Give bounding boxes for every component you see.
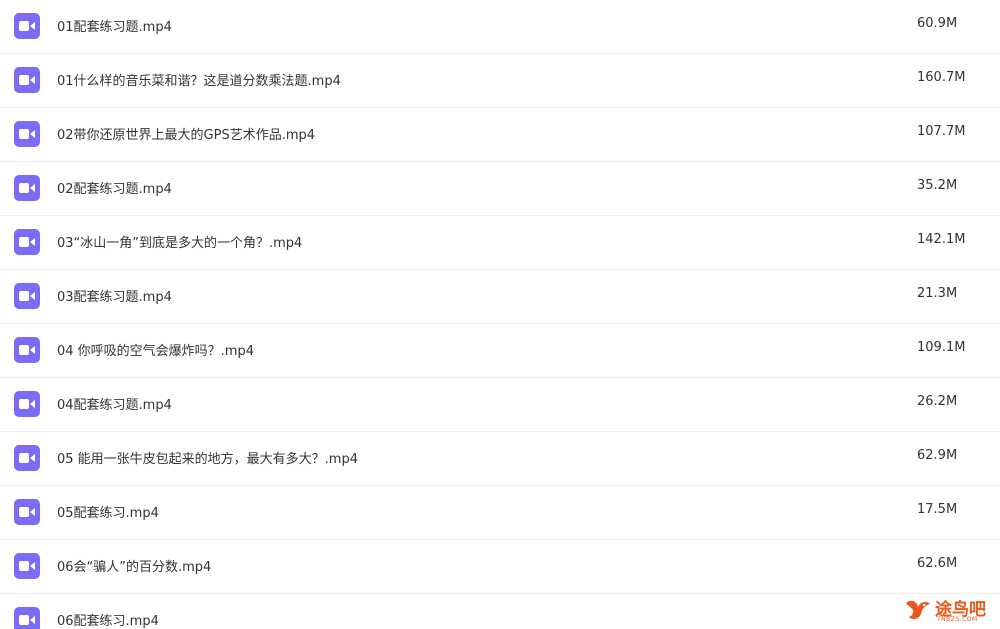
- file-name[interactable]: 01配套练习题.mp4: [57, 16, 172, 35]
- file-name[interactable]: 01什么样的音乐菜和谐？这是道分数乘法题.mp4: [57, 70, 341, 89]
- file-row[interactable]: 05 能用一张牛皮包起来的地方，最大有多大？.mp4 62.9M: [0, 432, 1000, 486]
- file-size: 107.7M: [917, 124, 966, 139]
- file-list: 01配套练习题.mp4 60.9M 01什么样的音乐菜和谐？这是道分数乘法题.m…: [0, 0, 1000, 629]
- video-file-icon: [14, 229, 40, 255]
- video-file-icon: [14, 499, 40, 525]
- file-row[interactable]: 02配套练习题.mp4 35.2M: [0, 162, 1000, 216]
- file-name[interactable]: 04配套练习题.mp4: [57, 394, 172, 413]
- file-name[interactable]: 02带你还原世界上最大的GPS艺术作品.mp4: [57, 124, 315, 143]
- file-row[interactable]: 05配套练习.mp4 17.5M: [0, 486, 1000, 540]
- file-row[interactable]: 01什么样的音乐菜和谐？这是道分数乘法题.mp4 160.7M: [0, 54, 1000, 108]
- bird-logo-icon: [906, 600, 930, 620]
- file-row[interactable]: 03“冰山一角”到底是多大的一个角？.mp4 142.1M: [0, 216, 1000, 270]
- file-name[interactable]: 03“冰山一角”到底是多大的一个角？.mp4: [57, 232, 302, 251]
- video-file-icon: [14, 175, 40, 201]
- file-size: 160.7M: [917, 70, 966, 85]
- file-size: 60.9M: [917, 16, 958, 31]
- file-size: 26.2M: [917, 394, 958, 409]
- file-row[interactable]: 02带你还原世界上最大的GPS艺术作品.mp4 107.7M: [0, 108, 1000, 162]
- file-size: 62.6M: [917, 556, 958, 571]
- video-file-icon: [14, 121, 40, 147]
- file-name[interactable]: 05配套练习.mp4: [57, 502, 159, 521]
- video-file-icon: [14, 391, 40, 417]
- file-name[interactable]: 04 你呼吸的空气会爆炸吗？.mp4: [57, 340, 254, 359]
- file-name[interactable]: 02配套练习题.mp4: [57, 178, 172, 197]
- video-file-icon: [14, 283, 40, 309]
- file-size: 142.1M: [917, 232, 966, 247]
- video-file-icon: [14, 445, 40, 471]
- video-file-icon: [14, 67, 40, 93]
- file-row[interactable]: 03配套练习题.mp4 21.3M: [0, 270, 1000, 324]
- video-file-icon: [14, 13, 40, 39]
- file-row[interactable]: 01配套练习题.mp4 60.9M: [0, 0, 1000, 54]
- file-size: 62.9M: [917, 448, 958, 463]
- file-row[interactable]: 06会“骗人”的百分数.mp4 62.6M: [0, 540, 1000, 594]
- file-name[interactable]: 03配套练习题.mp4: [57, 286, 172, 305]
- video-file-icon: [14, 607, 40, 629]
- file-size: 17.5M: [917, 502, 958, 517]
- site-watermark: 途鸟吧 TNBZS.COM: [903, 595, 995, 625]
- file-row[interactable]: 06配套练习.mp4: [0, 594, 1000, 629]
- file-name[interactable]: 05 能用一张牛皮包起来的地方，最大有多大？.mp4: [57, 448, 358, 467]
- file-row[interactable]: 04配套练习题.mp4 26.2M: [0, 378, 1000, 432]
- file-size: 21.3M: [917, 286, 958, 301]
- file-size: 109.1M: [917, 340, 966, 355]
- file-row[interactable]: 04 你呼吸的空气会爆炸吗？.mp4 109.1M: [0, 324, 1000, 378]
- video-file-icon: [14, 337, 40, 363]
- file-name[interactable]: 06配套练习.mp4: [57, 610, 159, 629]
- watermark-subtext: TNBZS.COM: [937, 616, 978, 623]
- file-name[interactable]: 06会“骗人”的百分数.mp4: [57, 556, 211, 575]
- video-file-icon: [14, 553, 40, 579]
- file-size: 35.2M: [917, 178, 958, 193]
